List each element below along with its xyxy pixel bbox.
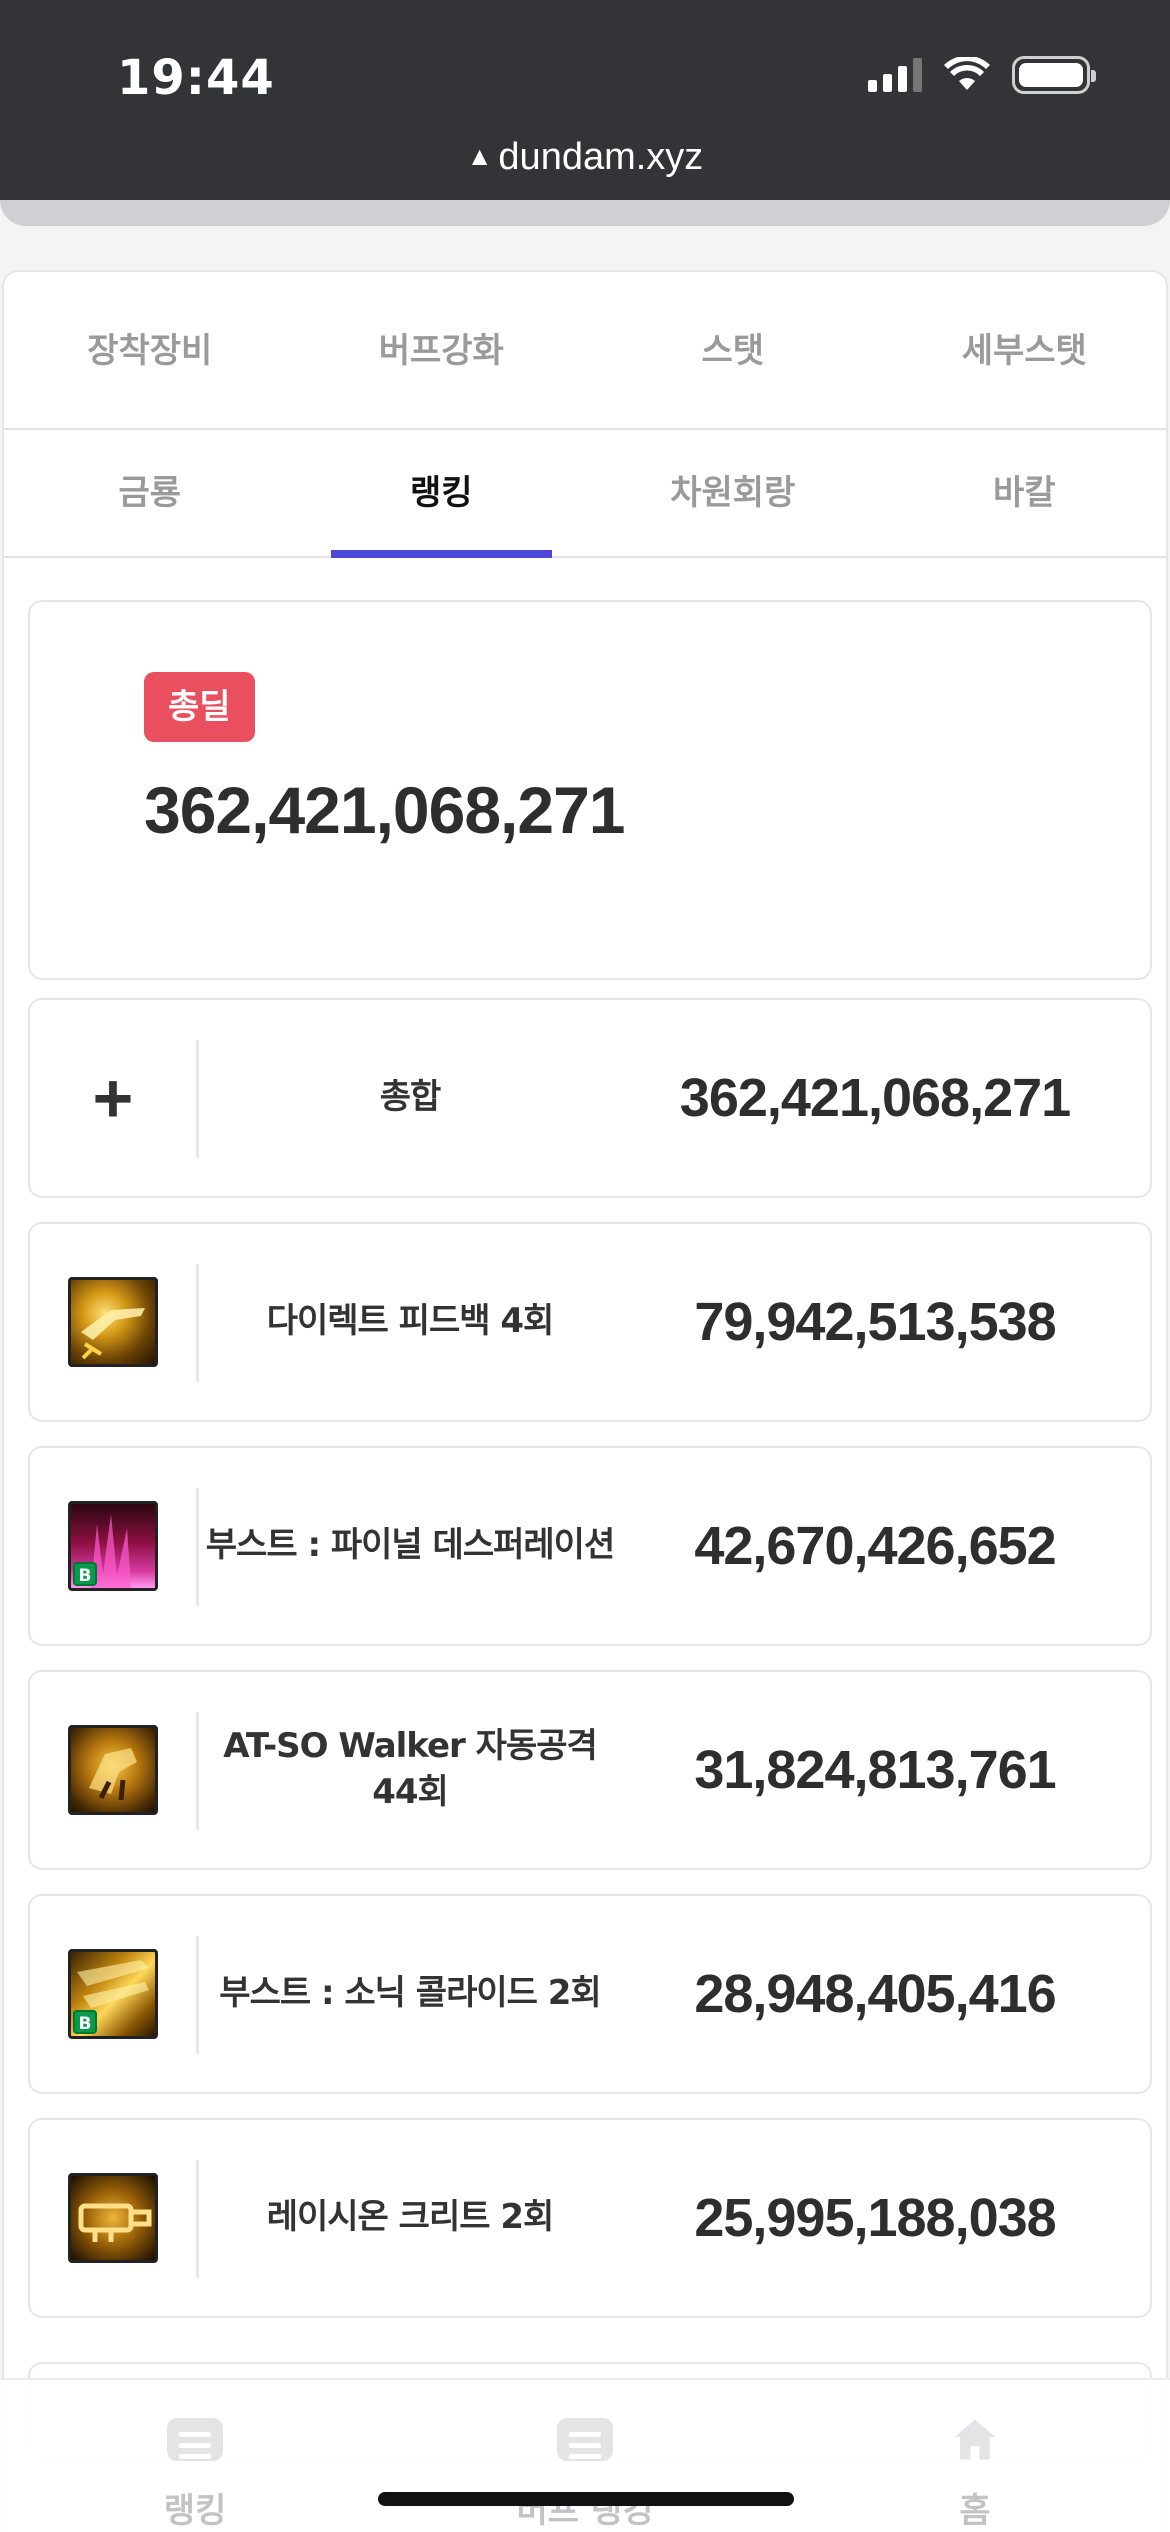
secondary-tab-bar: 금룡 랭킹 차원회랑 바칼	[4, 430, 1167, 558]
home-indicator[interactable]	[378, 2492, 794, 2506]
tab-buff-enhance[interactable]: 버프강화	[296, 272, 588, 428]
damage-row: B 부스트 : 파이널 데스퍼레이션 42,670,426,652	[28, 1446, 1152, 1646]
primary-tab-bar: 장착장비 버프강화 스탯 세부스탯	[4, 272, 1167, 430]
tab-stats[interactable]: 스탯	[587, 272, 879, 428]
boost-final-desperation-skill-icon: B	[68, 1501, 158, 1591]
boost-badge-icon: B	[73, 2010, 97, 2034]
tab-ranking[interactable]: 랭킹	[296, 430, 588, 558]
list-icon	[167, 2418, 223, 2461]
skill-name: 다이렉트 피드백 4회	[266, 1301, 555, 1342]
tab-geumryong[interactable]: 금룡	[4, 430, 296, 556]
damage-row: 다이렉트 피드백 4회 79,942,513,538	[28, 1222, 1152, 1422]
tab-detailed-stats[interactable]: 세부스탯	[879, 272, 1167, 428]
skill-name: AT-SO Walker 자동공격 44회	[223, 1726, 598, 1812]
boost-sonic-collide-skill-icon: B	[68, 1949, 158, 2039]
at-so-walker-skill-icon	[68, 1725, 158, 1815]
nav-label: 홈	[959, 2491, 991, 2531]
skill-damage: 362,421,068,271	[679, 1068, 1071, 1128]
browser-top-bar: 19:44 ▲ dundam.xyz	[0, 0, 1170, 200]
status-time: 19:44	[117, 50, 275, 106]
skill-name: 부스트 : 파이널 데스퍼레이션	[205, 1525, 615, 1566]
tab-dimension-corridor[interactable]: 차원회랑	[587, 430, 879, 556]
nav-buff-ranking[interactable]: 버프 랭킹	[390, 2380, 780, 2532]
skill-name: 부스트 : 소닉 콜라이드 2회	[219, 1973, 601, 2014]
character-detail-panel: 장착장비 버프강화 스탯 세부스탯 금룡 랭킹 차원회랑 바칼 총딜 362,4…	[2, 270, 1168, 2532]
warning-icon: ▲	[466, 141, 493, 171]
battery-icon	[1012, 56, 1096, 94]
nav-home[interactable]: 홈	[780, 2380, 1170, 2532]
damage-row-total[interactable]: + 총합 362,421,068,271	[28, 998, 1152, 1198]
damage-row: B 부스트 : 소닉 콜라이드 2회 28,948,405,416	[28, 1894, 1152, 2094]
nav-ranking[interactable]: 랭킹	[0, 2380, 390, 2532]
list-icon	[557, 2418, 613, 2461]
tab-bakal[interactable]: 바칼	[879, 430, 1167, 556]
skill-name: 레이시온 크리트 2회	[266, 2197, 555, 2238]
boost-badge-icon: B	[73, 1562, 97, 1586]
skill-damage: 25,995,188,038	[694, 2188, 1056, 2248]
skill-damage: 42,670,426,652	[694, 1516, 1056, 1576]
home-icon	[954, 2419, 996, 2460]
total-damage-badge: 총딜	[144, 672, 255, 742]
wifi-icon	[944, 57, 990, 90]
url-text: dundam.xyz	[498, 136, 704, 178]
nav-label: 랭킹	[163, 2491, 227, 2531]
direct-feedback-skill-icon	[68, 1277, 158, 1367]
damage-row: AT-SO Walker 자동공격 44회 31,824,813,761	[28, 1670, 1152, 1870]
tab-equipment[interactable]: 장착장비	[4, 272, 296, 428]
plus-icon[interactable]: +	[93, 1058, 134, 1138]
nav-label: 버프 랭킹	[516, 2491, 654, 2531]
damage-row: 레이시온 크리트 2회 25,995,188,038	[28, 2118, 1152, 2318]
address-bar[interactable]: ▲ dundam.xyz	[0, 136, 1170, 179]
cellular-signal-icon	[868, 58, 922, 92]
lacion-crit-skill-icon	[68, 2173, 158, 2263]
skill-damage: 79,942,513,538	[694, 1292, 1056, 1352]
skill-damage: 28,948,405,416	[694, 1964, 1056, 2024]
skill-name: 총합	[379, 1077, 442, 1118]
status-icons	[868, 56, 1096, 94]
total-damage-value: 362,421,068,271	[144, 773, 625, 847]
header-shadow-strip	[0, 200, 1170, 226]
bottom-navigation: 랭킹 버프 랭킹 홈	[0, 2378, 1170, 2532]
total-damage-card: 총딜 362,421,068,271	[28, 600, 1152, 980]
skill-damage: 31,824,813,761	[694, 1740, 1056, 1800]
